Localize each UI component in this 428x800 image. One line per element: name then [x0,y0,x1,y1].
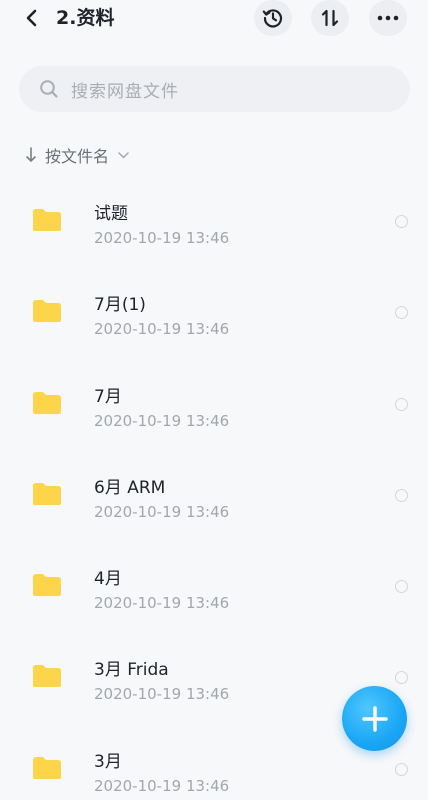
history-icon [262,9,283,28]
add-button[interactable] [342,686,407,751]
select-radio[interactable] [395,580,408,594]
arrow-down-icon [24,146,38,164]
select-radio[interactable] [395,671,408,685]
select-radio[interactable] [395,762,408,776]
file-name: 4月 [94,569,122,590]
select-radio[interactable] [395,306,408,320]
list-item[interactable]: 6月 ARM 2020-10-19 13:46 [0,448,428,539]
file-name: 7月(1) [94,295,146,316]
more-button[interactable] [369,0,407,36]
file-time: 2020-10-19 13:46 [94,685,230,704]
list-item[interactable]: 4月 2020-10-19 13:46 [0,539,428,630]
search-icon [39,79,59,99]
page-title: 2.资料 [56,7,115,29]
sort-button[interactable] [311,0,349,36]
sort-label: 按文件名 [45,147,110,166]
file-time: 2020-10-19 13:46 [94,229,230,247]
file-name: 6月 ARM [94,477,166,498]
header-bar: 2.资料 [0,0,428,40]
file-name: 7月 [94,386,122,407]
sort-selector[interactable]: 按文件名 [24,144,129,166]
file-time: 2020-10-19 13:46 [94,502,230,521]
folder-icon [33,482,61,505]
chevron-down-icon [117,149,129,161]
sort-icon [321,9,339,27]
back-arrow-icon [26,9,37,27]
search-placeholder: 搜索网盘文件 [71,81,179,102]
folder-icon [33,209,61,231]
search-input[interactable]: 搜索网盘文件 [19,66,410,112]
folder-icon [33,665,61,688]
more-icon [377,15,399,21]
file-name: 3月 Frida [94,660,169,681]
file-name: 试题 [94,204,128,224]
list-item[interactable]: 试题 2020-10-19 13:46 [0,174,428,265]
folder-icon [33,391,61,414]
folder-icon [33,300,61,323]
select-radio[interactable] [395,488,408,502]
list-item[interactable]: 7月 2020-10-19 13:46 [0,357,428,448]
folder-icon [33,756,61,779]
history-button[interactable] [254,0,292,36]
file-time: 2020-10-19 13:46 [94,776,230,795]
back-button[interactable] [18,2,46,34]
plus-icon [361,705,388,732]
file-time: 2020-10-19 13:46 [94,594,230,613]
select-radio[interactable] [395,397,408,411]
folder-icon [33,574,61,597]
file-name: 3月 [94,751,122,772]
file-time: 2020-10-19 13:46 [94,411,230,430]
list-item[interactable]: 7月(1) 2020-10-19 13:46 [0,265,428,356]
select-radio[interactable] [395,215,408,228]
file-time: 2020-10-19 13:46 [94,320,230,339]
